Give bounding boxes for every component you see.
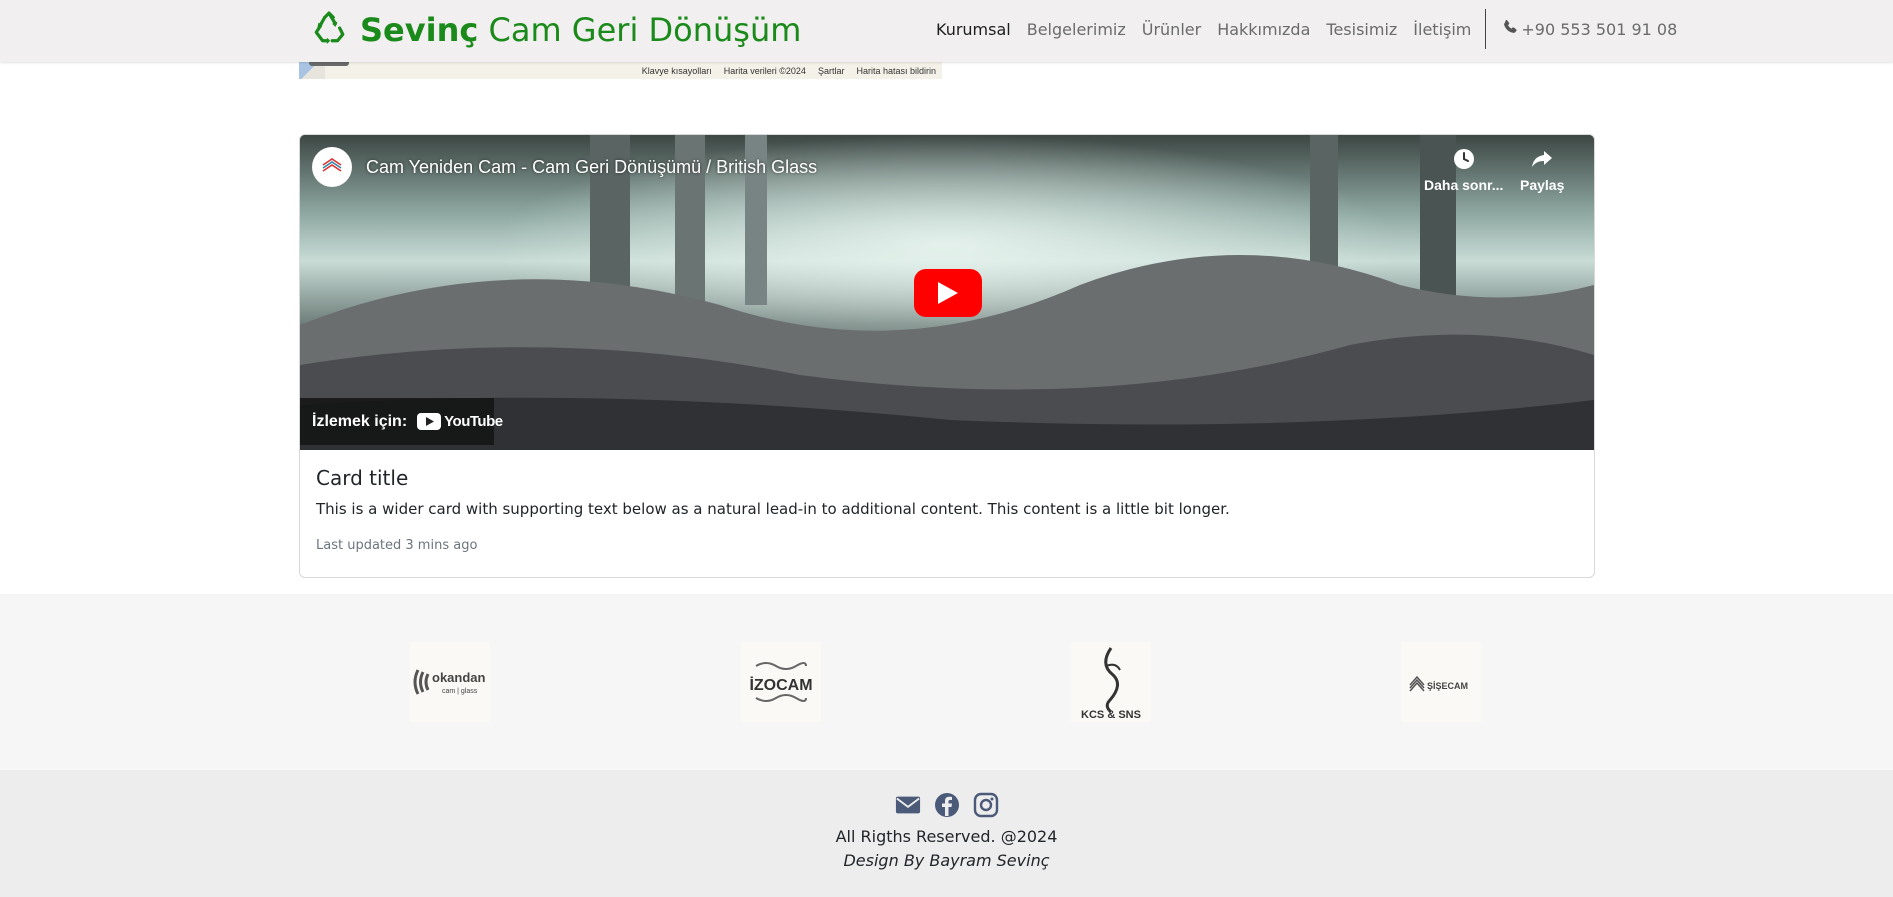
footer: All Rigths Reserved. @2024 Design By Bay… [0, 770, 1893, 897]
phone-number: +90 553 501 91 08 [1521, 19, 1678, 39]
map-attribution: Klavye kısayolları Harita verileri ©2024… [642, 66, 936, 76]
partner-logo-izocam: İZOCAM [741, 642, 821, 722]
svg-text:KCS & SNS: KCS & SNS [1081, 709, 1141, 720]
social-links [0, 792, 1893, 823]
envelope-icon[interactable] [895, 792, 921, 823]
youtube-label: YouTube [444, 413, 503, 430]
partner-logo-sisecam: ŞİŞECAM [1401, 642, 1481, 722]
card-updated: Last updated 3 mins ago [316, 538, 478, 553]
youtube-icon [417, 413, 442, 430]
instagram-icon[interactable] [973, 792, 999, 823]
brand-link[interactable]: Sevinç Cam Geri Dönüşüm [312, 8, 801, 52]
nav-item-tesisimiz[interactable]: Tesisimiz [1318, 20, 1405, 39]
svg-text:ŞİŞECAM: ŞİŞECAM [1427, 681, 1468, 691]
card-body: Card title This is a wider card with sup… [300, 450, 1594, 569]
card-text: This is a wider card with supporting tex… [316, 500, 1230, 518]
svg-text:İZOCAM: İZOCAM [749, 676, 812, 694]
svg-text:okandan: okandan [432, 670, 486, 685]
map-link-keyboard[interactable]: Klavye kısayolları [642, 66, 712, 76]
recycle-icon [312, 11, 346, 50]
svg-text:cam | glass: cam | glass [442, 688, 478, 695]
share-button[interactable]: Paylaş [1520, 147, 1564, 193]
clock-icon [1453, 149, 1474, 169]
nav-item-iletisim[interactable]: İletişim [1405, 20, 1479, 39]
facebook-icon[interactable] [934, 792, 960, 823]
kcs-sns-logo: KCS & SNS [1081, 647, 1141, 720]
map-link-terms[interactable]: Şartlar [818, 66, 845, 76]
watch-later-button[interactable]: Daha sonr... [1424, 147, 1503, 193]
youtube-logo: YouTube [417, 413, 503, 430]
card-title: Card title [316, 466, 409, 490]
phone-link[interactable]: +90 553 501 91 08 [1494, 19, 1685, 40]
main-nav: Kurumsal Belgelerimiz Ürünler Hakkımızda… [928, 0, 1685, 58]
okandan-logo: okandan cam | glass [413, 669, 486, 695]
watch-on-label: İzlemek için: [312, 412, 408, 430]
nav-item-kurumsal[interactable]: Kurumsal [928, 20, 1019, 39]
nav-divider [1485, 9, 1487, 49]
map-link-report[interactable]: Harita hatası bildirin [856, 66, 936, 76]
watch-later-label: Daha sonr... [1424, 177, 1504, 193]
partner-logo-okandan: okandan cam | glass [410, 642, 490, 722]
footer-copyright: All Rigths Reserved. @2024 [835, 827, 1058, 846]
youtube-embed[interactable]: Cam Yeniden Cam - Cam Geri Dönüşümü / Br… [300, 135, 1594, 450]
navbar: Sevinç Cam Geri Dönüşüm Kurumsal Belgele… [0, 0, 1893, 62]
map-control[interactable] [309, 62, 349, 66]
nav-item-belgelerimiz[interactable]: Belgelerimiz [1019, 20, 1134, 39]
partners-section: okandan cam | glass İZOCAM KCS & SNS ŞİŞ… [0, 594, 1893, 770]
video-title[interactable]: Cam Yeniden Cam - Cam Geri Dönüşümü / Br… [366, 157, 817, 178]
channel-logo[interactable] [312, 147, 352, 187]
video-header: Cam Yeniden Cam - Cam Geri Dönüşümü / Br… [312, 147, 817, 187]
nav-item-urunler[interactable]: Ürünler [1134, 20, 1209, 39]
play-button[interactable] [914, 269, 982, 317]
video-card: Cam Yeniden Cam - Cam Geri Dönüşümü / Br… [299, 134, 1595, 578]
map-link-data: Harita verileri ©2024 [723, 66, 806, 76]
share-icon [1532, 151, 1553, 167]
sisecam-logo: ŞİŞECAM [1409, 675, 1468, 692]
footer-credit: Design By Bayram Sevinç [843, 851, 1050, 870]
phone-icon [1502, 19, 1519, 40]
sisecam-logo-icon [322, 158, 342, 172]
partner-logo-kcs-sns: KCS & SNS [1071, 642, 1151, 722]
watch-on-youtube[interactable]: İzlemek için: YouTube [300, 398, 503, 445]
map-embed[interactable]: Klavye kısayolları Harita verileri ©2024… [299, 62, 942, 79]
brand-name: Sevinç Cam Geri Dönüşüm [360, 11, 802, 49]
nav-item-hakkimizda[interactable]: Hakkımızda [1209, 20, 1318, 39]
izocam-logo: İZOCAM [749, 662, 813, 702]
share-label: Paylaş [1520, 177, 1565, 193]
play-icon [938, 282, 958, 304]
